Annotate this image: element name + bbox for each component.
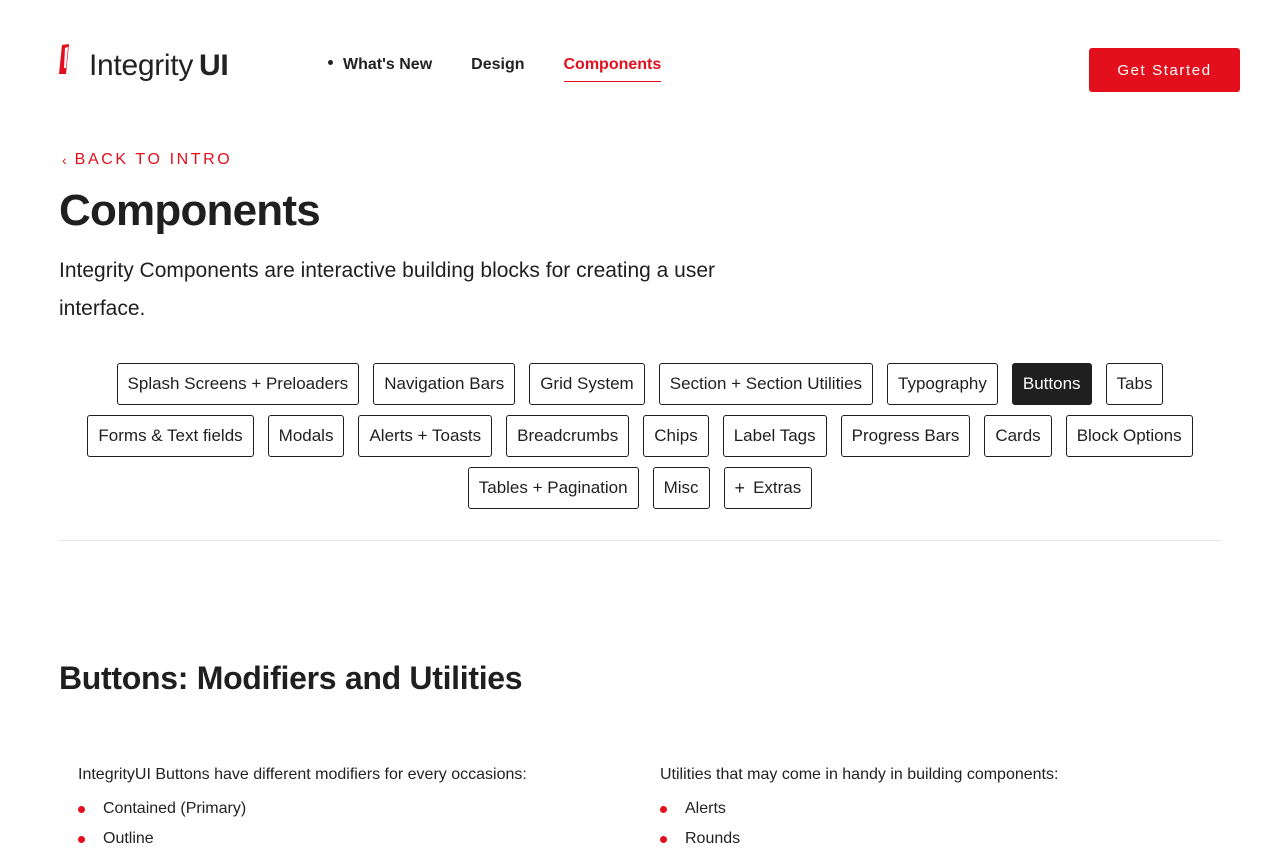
chip-buttons[interactable]: Buttons [1011, 363, 1092, 405]
chip-block-options[interactable]: Block Options [1065, 415, 1193, 457]
logo[interactable]: Integrity UI [59, 44, 229, 86]
get-started-button[interactable]: Get Started [1089, 48, 1240, 92]
chip-extras[interactable]: + Extras [723, 467, 813, 509]
modifiers-list: Contained (Primary) Outline [78, 794, 618, 854]
chip-chips[interactable]: Chips [643, 415, 709, 457]
plus-icon: + [734, 477, 746, 498]
nav-whats-new[interactable]: What's New [328, 56, 432, 82]
modifiers-column: IntegrityUI Buttons have different modif… [78, 766, 618, 854]
utilities-intro: Utilities that may come in handy in buil… [660, 766, 1059, 783]
chip-extras-label: Extras [753, 478, 802, 497]
chip-label-tags[interactable]: Label Tags [722, 415, 827, 457]
chip-row: Tables + Pagination Misc + Extras [0, 467, 1280, 509]
slash-mark-icon [59, 44, 71, 76]
chip-misc[interactable]: Misc [652, 467, 710, 509]
main-nav: What's New Design Components [328, 56, 700, 82]
chip-modals[interactable]: Modals [267, 415, 345, 457]
page-intro: Integrity Components are interactive bui… [59, 259, 716, 320]
page-title: Components [59, 186, 321, 235]
chip-grid-system[interactable]: Grid System [529, 363, 645, 405]
chip-tables-pagination[interactable]: Tables + Pagination [467, 467, 639, 509]
component-chips: Splash Screens + Preloaders Navigation B… [0, 363, 1280, 519]
logo-suffix: UI [199, 49, 229, 82]
chip-typography[interactable]: Typography [887, 363, 998, 405]
chip-tabs[interactable]: Tabs [1105, 363, 1164, 405]
site-header: Integrity UI What's New Design Components… [0, 0, 1280, 120]
chip-breadcrumbs[interactable]: Breadcrumbs [506, 415, 630, 457]
list-item: Contained (Primary) [78, 794, 618, 824]
section-title: Buttons: Modifiers and Utilities [59, 660, 523, 696]
modifiers-intro: IntegrityUI Buttons have different modif… [78, 766, 527, 783]
back-link-label: BACK TO INTRO [74, 151, 233, 168]
list-item: Alerts [660, 794, 1200, 824]
list-item: Outline [78, 824, 618, 854]
nav-components[interactable]: Components [563, 56, 661, 82]
logo-name: Integrity [89, 49, 194, 82]
chevron-left-icon: ‹ [62, 152, 67, 168]
chip-cards[interactable]: Cards [984, 415, 1052, 457]
nav-design[interactable]: Design [471, 56, 524, 82]
chip-row: Forms & Text fields Modals Alerts + Toas… [0, 415, 1280, 457]
logo-text: Integrity UI [89, 49, 229, 83]
chip-alerts-toasts[interactable]: Alerts + Toasts [358, 415, 493, 457]
back-to-intro-link[interactable]: ‹ BACK TO INTRO [62, 151, 232, 169]
utilities-column: Utilities that may come in handy in buil… [660, 766, 1200, 854]
chip-section-utilities[interactable]: Section + Section Utilities [658, 363, 874, 405]
chip-row: Splash Screens + Preloaders Navigation B… [0, 363, 1280, 405]
utilities-list: Alerts Rounds [660, 794, 1200, 854]
chip-splash-screens[interactable]: Splash Screens + Preloaders [116, 363, 360, 405]
list-item: Rounds [660, 824, 1200, 854]
divider [59, 540, 1222, 541]
chip-forms[interactable]: Forms & Text fields [87, 415, 254, 457]
chip-navigation-bars[interactable]: Navigation Bars [373, 363, 516, 405]
chip-progress-bars[interactable]: Progress Bars [840, 415, 971, 457]
